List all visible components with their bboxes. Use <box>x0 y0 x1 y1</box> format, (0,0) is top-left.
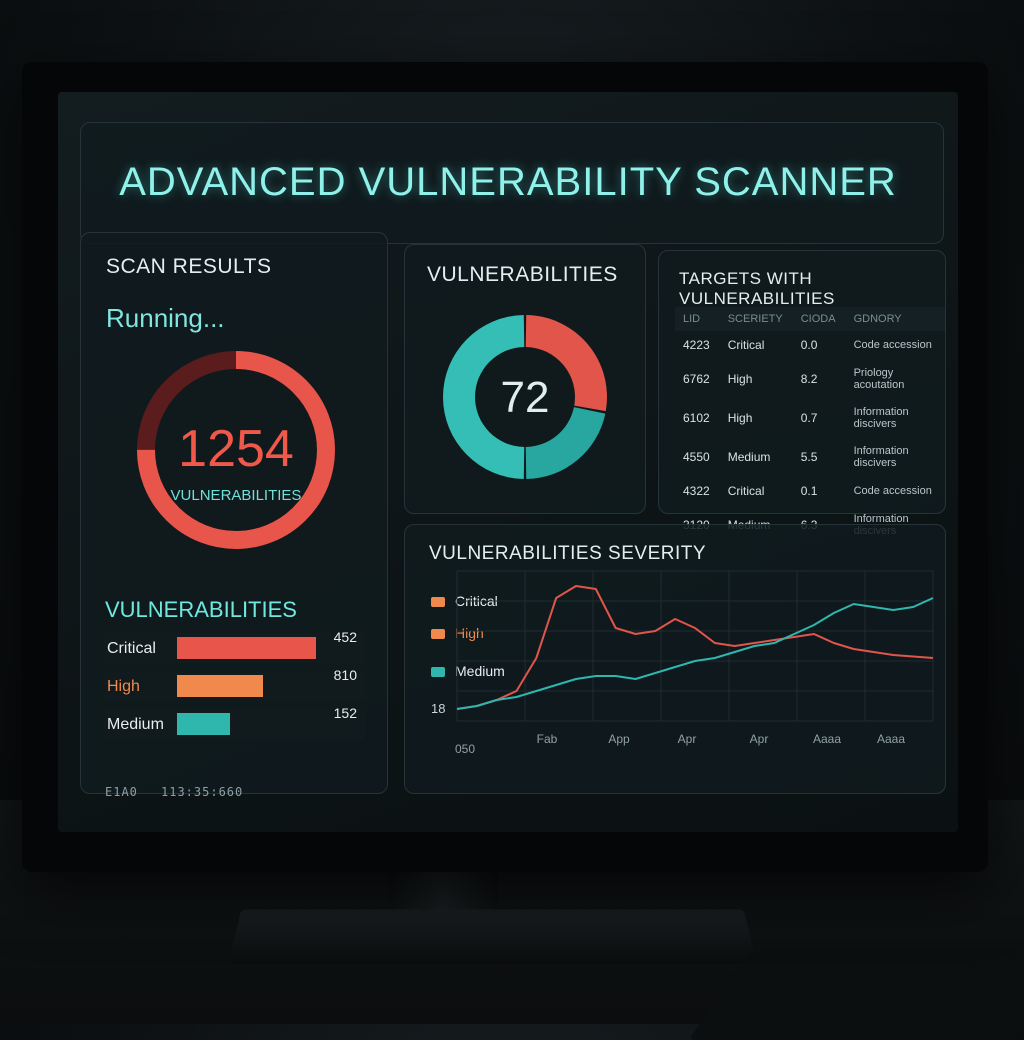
row-category: Priology acoutation <box>853 367 905 391</box>
row-score: 0.0 <box>800 338 818 352</box>
row-score: 8.2 <box>800 372 818 386</box>
total-vulnerabilities-count: 1254 <box>178 420 294 478</box>
x-tick-label: Fab <box>537 732 558 746</box>
bar-label: Medium <box>107 716 164 733</box>
x-tick-label: 050 <box>455 742 475 756</box>
row-category: Information discivers <box>853 445 909 469</box>
targets-panel: TARGETS WITH VULNERABILITIES LID SCERIET… <box>658 250 946 537</box>
row-severity: Medium <box>727 450 771 464</box>
row-id: 6762 <box>683 372 710 386</box>
row-category: Information discivers <box>853 406 909 430</box>
row-score: 5.5 <box>800 450 818 464</box>
app-title: ADVANCED VULNERABILITY SCANNER <box>119 160 897 204</box>
x-tick-label: Aaaa <box>877 732 905 746</box>
scan-status: Running... <box>106 303 225 333</box>
column-header: GDNORY <box>845 307 945 331</box>
column-header: LID <box>675 307 720 331</box>
column-header: CIODA <box>792 307 846 331</box>
monitor-stand-base <box>228 909 757 965</box>
bar-row-medium: Medium 152 <box>103 705 365 739</box>
bar-value: 810 <box>333 667 357 683</box>
breakdown-title: VULNERABILITIES <box>105 597 297 622</box>
row-severity: High <box>727 372 753 386</box>
bar-value: 152 <box>333 705 357 721</box>
donut-center-value: 72 <box>500 373 550 422</box>
scan-results-panel: SCAN RESULTS Running... 1254 VULNERABILI… <box>80 232 388 799</box>
bar-fill-high <box>177 675 264 697</box>
x-tick-label: Apr <box>750 732 769 746</box>
table-row[interactable]: 6102 High 0.7 Information discivers <box>675 399 945 438</box>
bar-fill-critical <box>177 637 316 659</box>
bar-fill-medium <box>177 713 230 735</box>
row-id: 6102 <box>683 411 710 425</box>
scan-results-title: SCAN RESULTS <box>106 255 272 278</box>
x-tick-label: App <box>608 732 630 746</box>
donut-title: VULNERABILITIES <box>427 263 618 286</box>
row-severity: Critical <box>727 484 765 498</box>
table-row[interactable]: 4550 Medium 5.5 Information discivers <box>675 438 945 477</box>
column-header: SCERIETY <box>719 307 793 331</box>
row-id: 4322 <box>683 484 710 498</box>
x-tick-label: Aaaa <box>813 732 841 746</box>
table-row[interactable]: 6762 High 8.2 Priology acoutation <box>675 360 945 399</box>
severity-panel: VULNERABILITIES SEVERITY Critical High M… <box>404 524 946 794</box>
row-severity: High <box>727 411 753 425</box>
total-vulnerabilities-label: VULNERABILITIES <box>170 487 302 504</box>
row-category: Code accession <box>853 485 932 497</box>
x-tick-label: Apr <box>678 732 697 746</box>
bar-row-critical: Critical 452 <box>103 629 365 663</box>
row-id: 4550 <box>683 450 710 464</box>
footer-timestamp: 113:35:660 <box>161 785 244 799</box>
row-score: 0.7 <box>800 411 818 425</box>
series-line-medium <box>456 597 934 710</box>
footer-code: E1A0 <box>105 785 138 799</box>
bar-label: High <box>107 678 140 695</box>
row-severity: Critical <box>727 338 765 352</box>
severity-line-chart: 18 050 Fab App Apr Apr Aaaa Aaaa <box>431 570 934 756</box>
targets-table: LID SCERIETY CIODA GDNORY 4223 Critical 0.… <box>675 307 945 545</box>
row-id: 4223 <box>683 338 710 352</box>
bar-row-high: High 810 <box>103 667 365 701</box>
bar-value: 452 <box>333 629 357 645</box>
targets-header-row: LID SCERIETY CIODA GDNORY <box>675 307 945 331</box>
table-row[interactable]: 4322 Critical 0.1 Code accession <box>675 477 945 506</box>
vulnerabilities-donut-panel: VULNERABILITIES 72 <box>404 244 646 514</box>
row-score: 0.1 <box>800 484 818 498</box>
row-category: Code accession <box>853 339 932 351</box>
table-row[interactable]: 4223 Critical 0.0 Code accession <box>675 331 945 360</box>
targets-title: TARGETS WITH VULNERABILITIES <box>679 269 835 308</box>
y-tick-label: 18 <box>431 701 445 716</box>
bar-label: Critical <box>107 640 156 657</box>
screen: ADVANCED VULNERABILITY SCANNER SCAN RESU… <box>58 92 958 832</box>
